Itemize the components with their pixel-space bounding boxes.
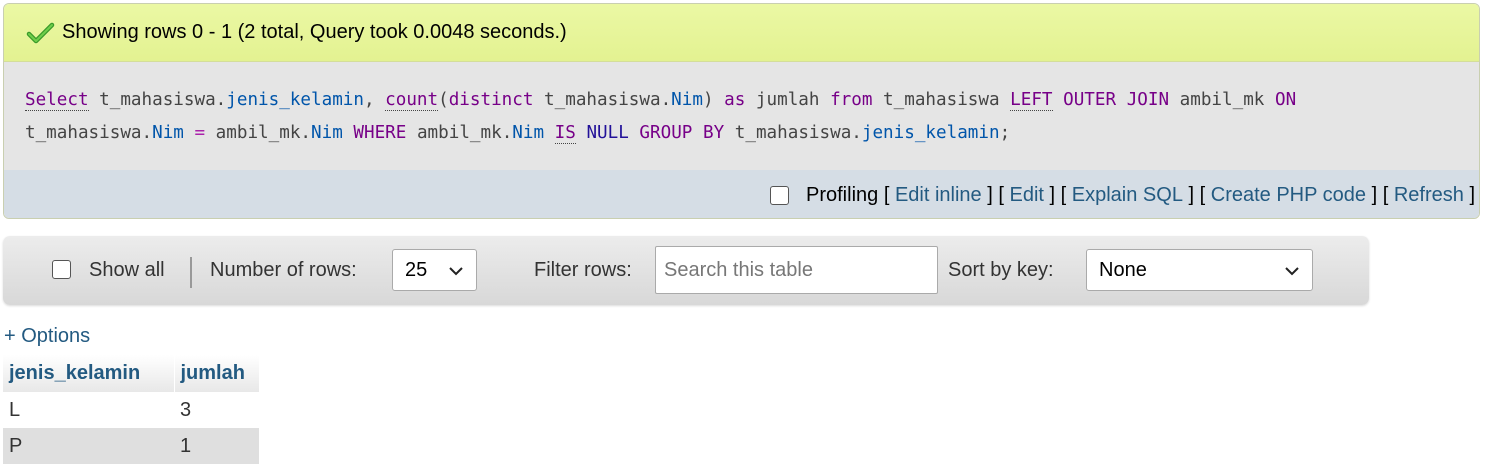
sql-text: ) — [702, 90, 725, 110]
sql-query-display[interactable]: Select t_mahasiswa.jenis_kelamin, count(… — [4, 62, 1479, 170]
sql-column: Nim — [512, 123, 545, 143]
sql-function: count — [385, 90, 439, 111]
sql-text: ; — [999, 123, 1011, 143]
bracket: ] — [1188, 183, 1195, 206]
sql-keyword: IS — [554, 123, 576, 144]
number-of-rows-select[interactable]: 25 — [392, 249, 477, 291]
table-cell: 1 — [174, 428, 259, 464]
bracket: [ — [998, 183, 1004, 206]
profiling-checkbox[interactable] — [770, 185, 789, 205]
query-result-box: Showing rows 0 - 1 (2 total, Query took … — [3, 3, 1480, 219]
sql-keyword: LEFT — [1010, 90, 1053, 111]
profiling-label: Profiling — [806, 183, 879, 206]
refresh-link[interactable]: Refresh — [1394, 184, 1464, 207]
bracket: ] — [987, 183, 993, 206]
bracket: [ — [1199, 183, 1206, 206]
sql-keyword: OUTER — [1063, 90, 1117, 110]
success-message: Showing rows 0 - 1 (2 total, Query took … — [62, 21, 567, 43]
table-cell: P — [3, 428, 174, 464]
table-row[interactable]: L 3 — [3, 392, 259, 428]
result-table: jenis_kelamin jumlah L 3 P 1 — [3, 355, 260, 464]
bracket: [ — [1382, 183, 1389, 206]
bracket: [ — [1060, 183, 1067, 206]
search-input[interactable] — [655, 246, 938, 294]
sql-keyword: from — [830, 90, 873, 110]
chevron-down-icon — [448, 262, 464, 278]
table-cell: 3 — [174, 392, 259, 428]
sql-keyword: distinct — [448, 90, 534, 110]
bracket: [ — [883, 183, 890, 206]
show-all-label: Show all — [89, 259, 165, 281]
success-message-bar: Showing rows 0 - 1 (2 total, Query took … — [4, 4, 1479, 62]
bracket: ] — [1371, 183, 1378, 206]
sql-text: t_mahasiswa — [872, 90, 1011, 110]
sql-text: , — [363, 90, 386, 110]
table-navigation-bar: Show all Number of rows: 25 Filter rows:… — [3, 236, 1369, 305]
sql-keyword: ON — [1275, 90, 1297, 110]
sql-text: ambil_mk. — [205, 123, 312, 143]
column-header[interactable]: jumlah — [174, 355, 260, 392]
sort-by-key-label: Sort by key: — [948, 259, 1054, 281]
sql-keyword: WHERE — [353, 123, 407, 143]
bracket: ] — [1469, 183, 1475, 206]
sql-keyword: as — [724, 90, 746, 110]
sql-column: Nim — [671, 90, 703, 110]
bracket: ] — [1049, 183, 1056, 206]
sql-keyword: Select — [25, 90, 89, 111]
edit-link[interactable]: Edit — [1009, 184, 1043, 207]
query-tools-bar: Profiling [ Edit inline ] [ Edit ] [ Exp… — [4, 170, 1479, 218]
column-header[interactable]: jenis_kelamin — [3, 355, 175, 392]
sql-column: Nim — [311, 123, 343, 143]
sql-text: t_mahasiswa. — [88, 90, 227, 110]
divider — [190, 257, 192, 288]
sql-keyword: JOIN — [1126, 90, 1170, 110]
explain-sql-link[interactable]: Explain SQL — [1072, 184, 1183, 207]
sql-keyword: GROUP — [639, 123, 693, 143]
check-icon — [26, 22, 56, 44]
table-row[interactable]: P 1 — [3, 428, 259, 464]
sql-column: jenis_kelamin — [861, 123, 1000, 143]
sql-keyword: BY — [702, 123, 725, 143]
chevron-down-icon — [1284, 262, 1300, 278]
edit-inline-link[interactable]: Edit inline — [895, 184, 982, 207]
sql-column: jenis_kelamin — [226, 90, 364, 110]
sql-operator: = — [194, 123, 206, 143]
sql-column: Nim — [152, 123, 184, 143]
create-php-code-link[interactable]: Create PHP code — [1211, 184, 1366, 207]
number-of-rows-label: Number of rows: — [210, 259, 357, 281]
sort-by-key-select[interactable]: None — [1086, 249, 1313, 291]
sql-text: ambil_mk. — [406, 123, 513, 143]
options-link[interactable]: + Options — [4, 325, 90, 348]
sql-keyword: NULL — [586, 123, 629, 143]
filter-rows-label: Filter rows: — [534, 259, 632, 281]
sql-text: t_mahasiswa. — [25, 123, 153, 143]
table-cell: L — [3, 392, 174, 428]
sort-by-key-value: None — [1099, 258, 1147, 281]
sql-text: t_mahasiswa. — [724, 123, 862, 143]
sql-text: jumlah — [745, 90, 831, 110]
number-of-rows-value: 25 — [405, 258, 428, 281]
sql-text: t_mahasiswa. — [533, 90, 672, 110]
show-all-checkbox[interactable] — [52, 260, 71, 279]
sql-text: ( — [438, 90, 449, 110]
table-header-row: jenis_kelamin jumlah — [3, 355, 260, 392]
sql-text: ambil_mk — [1169, 90, 1275, 110]
